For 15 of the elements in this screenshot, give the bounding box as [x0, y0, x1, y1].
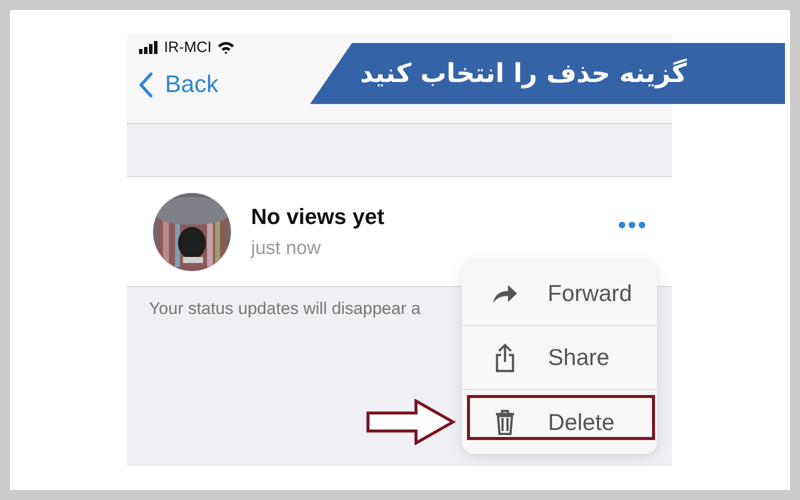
status-title: No views yet [251, 204, 386, 230]
menu-item[interactable]: Share [462, 326, 657, 390]
chevron-left-icon [139, 72, 153, 98]
trash-icon [495, 409, 515, 435]
share-icon [494, 342, 516, 372]
caption-banner: گزینه حذف را انتخاب کنید [310, 43, 785, 104]
signal-icon [139, 40, 159, 54]
carrier-name: IR-MCI [164, 38, 212, 56]
menu-item[interactable]: Forward [462, 262, 657, 326]
footer-note: Your status updates will disappear a [149, 299, 421, 319]
back-button[interactable]: Back [139, 71, 218, 99]
status-time: just now [251, 238, 322, 260]
forward-icon [492, 284, 518, 304]
wifi-icon [216, 40, 234, 54]
more-icon[interactable] [618, 221, 646, 229]
